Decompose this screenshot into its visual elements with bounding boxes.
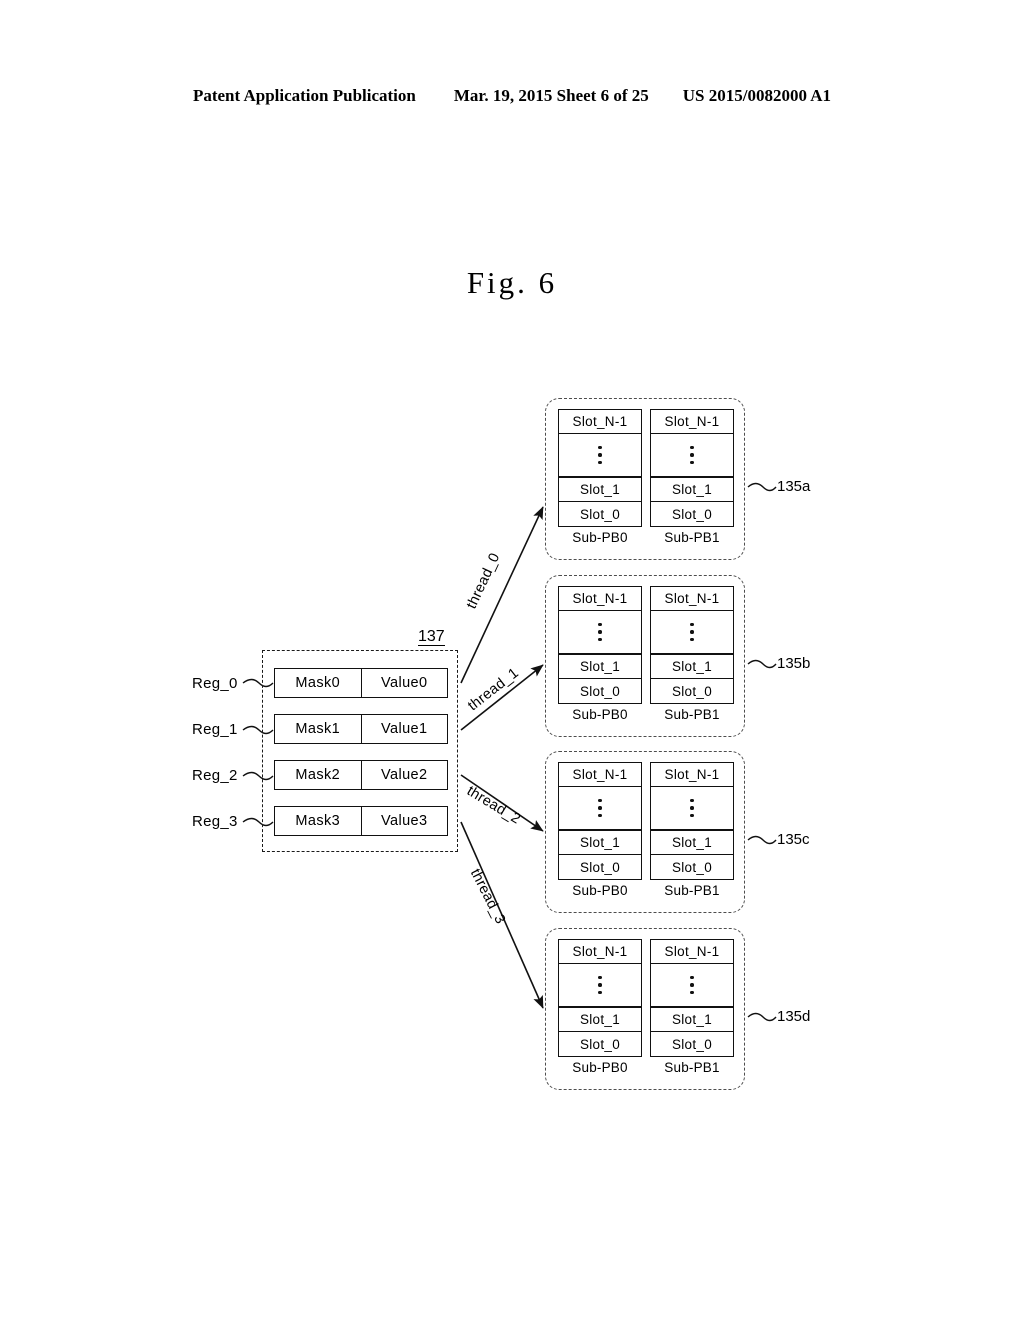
- thread-label-1: thread_1: [465, 664, 522, 715]
- register-row-0-value: Value0: [381, 675, 428, 691]
- reference-numeral-137: 137: [418, 628, 445, 646]
- register-row-3-mask: Mask3: [275, 807, 362, 835]
- slot-0: Slot_0: [671, 1036, 713, 1052]
- register-row-3[interactable]: Mask3 Value3: [274, 806, 448, 836]
- reference-numeral-135c: 135c: [777, 831, 810, 848]
- slot-ellipsis-icon: [559, 964, 641, 1008]
- slot-1: Slot_1: [651, 478, 733, 502]
- slot-0: Slot_0: [579, 506, 621, 522]
- slot-0: Slot_0: [579, 859, 621, 875]
- slot-n-1: Slot_N-1: [651, 763, 733, 787]
- slot-table-sub-pb0-135a: Slot_N-1 Slot_1 Slot_0: [558, 409, 642, 527]
- page-buffer-135a: Slot_N-1 Slot_1 Slot_0 Sub-PB0 Slot_N-1 …: [545, 398, 745, 560]
- slot-table-sub-pb1-135a: Slot_N-1 Slot_1 Slot_0: [650, 409, 734, 527]
- slot-ellipsis-icon: [651, 611, 733, 655]
- slot-0: Slot_0: [671, 683, 713, 699]
- ref-135d-leader: [747, 1012, 777, 1022]
- register-group-137: Mask0 Value0 Mask1 Value1 Mask2 Value2 M…: [262, 650, 458, 852]
- register-row-1[interactable]: Mask1 Value1: [274, 714, 448, 744]
- slot-ellipsis-icon: [559, 611, 641, 655]
- page-buffer-135d: Slot_N-1 Slot_1 Slot_0 Sub-PB0 Slot_N-1 …: [545, 928, 745, 1090]
- slot-0: Slot_0: [579, 1036, 621, 1052]
- register-row-0[interactable]: Mask0 Value0: [274, 668, 448, 698]
- slot-n-1: Slot_N-1: [651, 940, 733, 964]
- slot-n-1: Slot_N-1: [559, 940, 641, 964]
- slot-0: Slot_0: [579, 683, 621, 699]
- slot-table-sub-pb0-135d: Slot_N-1 Slot_1 Slot_0: [558, 939, 642, 1057]
- slot-table-sub-pb1-135c: Slot_N-1 Slot_1 Slot_0: [650, 762, 734, 880]
- slot-table-sub-pb0-135c: Slot_N-1 Slot_1 Slot_0: [558, 762, 642, 880]
- slot-1: Slot_1: [559, 1008, 641, 1032]
- page-buffer-135c: Slot_N-1 Slot_1 Slot_0 Sub-PB0 Slot_N-1 …: [545, 751, 745, 913]
- slot-n-1: Slot_N-1: [559, 410, 641, 434]
- sub-pb0-135a: Slot_N-1 Slot_1 Slot_0 Sub-PB0: [558, 409, 642, 551]
- sub-pb0-135b: Slot_N-1 Slot_1 Slot_0 Sub-PB0: [558, 586, 642, 728]
- reference-numeral-135b: 135b: [777, 655, 811, 672]
- reference-numeral-135a: 135a: [777, 478, 811, 495]
- slot-n-1: Slot_N-1: [651, 587, 733, 611]
- sub-pb0-label: Sub-PB0: [572, 530, 628, 545]
- sub-pb1-label: Sub-PB1: [664, 707, 720, 722]
- slot-1: Slot_1: [559, 655, 641, 679]
- slot-table-sub-pb0-135b: Slot_N-1 Slot_1 Slot_0: [558, 586, 642, 704]
- register-row-3-value: Value3: [381, 813, 428, 829]
- thread-label-3: thread_3: [466, 866, 509, 927]
- register-row-1-value: Value1: [381, 721, 428, 737]
- sub-pb1-135a: Slot_N-1 Slot_1 Slot_0 Sub-PB1: [650, 409, 734, 551]
- register-label-reg-3: Reg_3: [192, 813, 238, 830]
- register-label-reg-0: Reg_0: [192, 675, 238, 692]
- sub-pb0-label: Sub-PB0: [572, 883, 628, 898]
- slot-table-sub-pb1-135b: Slot_N-1 Slot_1 Slot_0: [650, 586, 734, 704]
- slot-1: Slot_1: [559, 831, 641, 855]
- thread-label-0: thread_0: [463, 550, 504, 612]
- slot-1: Slot_1: [559, 478, 641, 502]
- sub-pb1-label: Sub-PB1: [664, 1060, 720, 1075]
- page-buffer-135b: Slot_N-1 Slot_1 Slot_0 Sub-PB0 Slot_N-1 …: [545, 575, 745, 737]
- slot-n-1: Slot_N-1: [559, 763, 641, 787]
- ref-135a-leader: [747, 482, 777, 492]
- connector-layer: [242, 482, 777, 1022]
- sub-pb0-label: Sub-PB0: [572, 707, 628, 722]
- figure-diagram: 137 Mask0 Value0 Mask1 Value1 Mask2 Valu…: [0, 0, 1024, 1320]
- sub-pb1-135c: Slot_N-1 Slot_1 Slot_0 Sub-PB1: [650, 762, 734, 904]
- slot-ellipsis-icon: [651, 964, 733, 1008]
- slot-ellipsis-icon: [559, 434, 641, 478]
- register-row-2[interactable]: Mask2 Value2: [274, 760, 448, 790]
- slot-ellipsis-icon: [651, 787, 733, 831]
- sub-pb0-135d: Slot_N-1 Slot_1 Slot_0 Sub-PB0: [558, 939, 642, 1081]
- slot-1: Slot_1: [651, 655, 733, 679]
- slot-1: Slot_1: [651, 831, 733, 855]
- register-row-2-mask: Mask2: [275, 761, 362, 789]
- slot-0: Slot_0: [671, 506, 713, 522]
- sub-pb0-135c: Slot_N-1 Slot_1 Slot_0 Sub-PB0: [558, 762, 642, 904]
- sub-pb1-135b: Slot_N-1 Slot_1 Slot_0 Sub-PB1: [650, 586, 734, 728]
- sub-pb0-label: Sub-PB0: [572, 1060, 628, 1075]
- ref-135c-leader: [747, 835, 777, 845]
- slot-ellipsis-icon: [651, 434, 733, 478]
- reference-numeral-135d: 135d: [777, 1008, 811, 1025]
- register-label-reg-2: Reg_2: [192, 767, 238, 784]
- register-row-2-value: Value2: [381, 767, 428, 783]
- slot-n-1: Slot_N-1: [651, 410, 733, 434]
- register-row-1-mask: Mask1: [275, 715, 362, 743]
- slot-1: Slot_1: [651, 1008, 733, 1032]
- sub-pb1-label: Sub-PB1: [664, 883, 720, 898]
- slot-n-1: Slot_N-1: [559, 587, 641, 611]
- ref-135b-leader: [747, 659, 777, 669]
- slot-ellipsis-icon: [559, 787, 641, 831]
- register-row-0-mask: Mask0: [275, 669, 362, 697]
- slot-0: Slot_0: [671, 859, 713, 875]
- register-label-reg-1: Reg_1: [192, 721, 238, 738]
- sub-pb1-135d: Slot_N-1 Slot_1 Slot_0 Sub-PB1: [650, 939, 734, 1081]
- sub-pb1-label: Sub-PB1: [664, 530, 720, 545]
- slot-table-sub-pb1-135d: Slot_N-1 Slot_1 Slot_0: [650, 939, 734, 1057]
- thread-label-2: thread_2: [463, 783, 524, 828]
